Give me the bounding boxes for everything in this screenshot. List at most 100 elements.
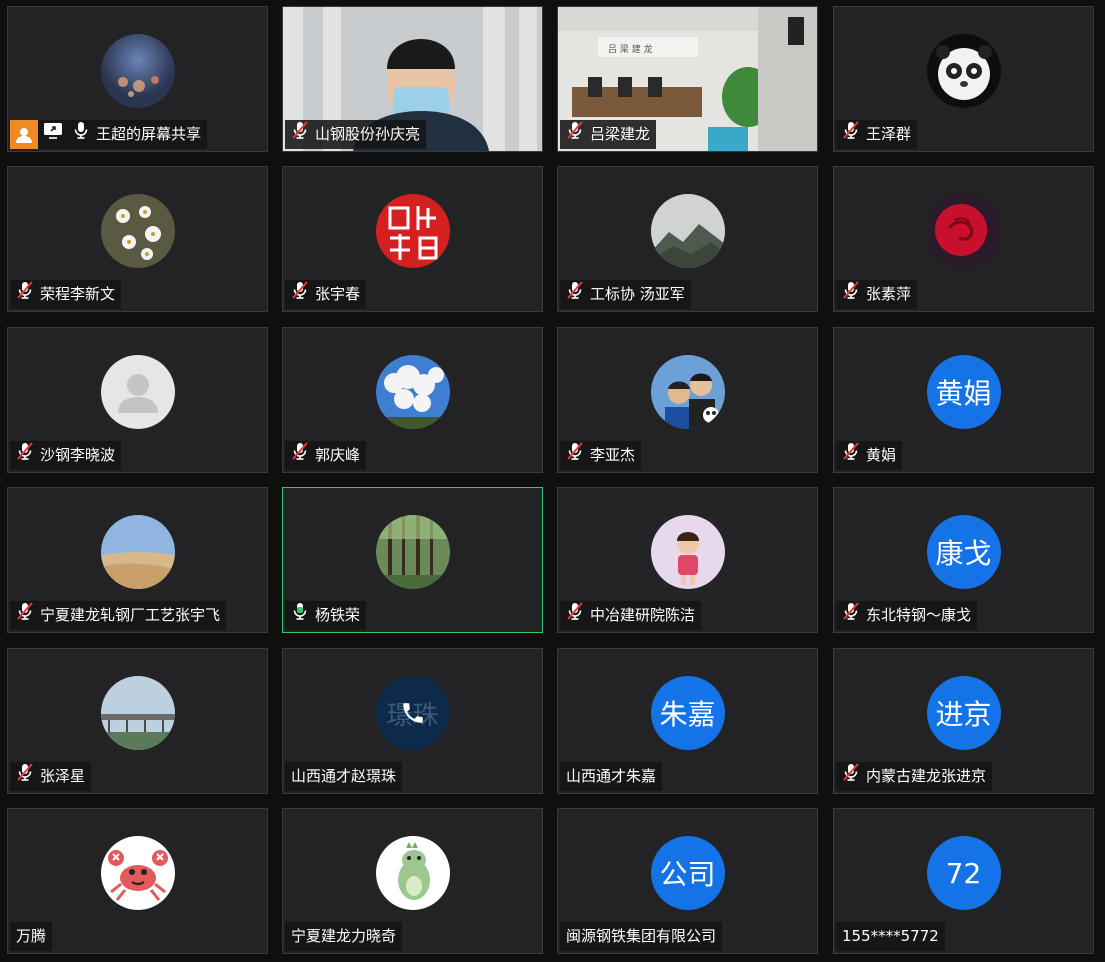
participant-tile[interactable]: 王超的屏幕共享	[7, 6, 268, 152]
participant-tile[interactable]: 沙钢李晓波	[7, 327, 268, 473]
avatar-initials: 康戈	[926, 515, 1001, 589]
avatar-initials: 璟珠	[375, 676, 450, 750]
mic-speaking-icon	[289, 600, 311, 632]
participant-name: 山西通才朱嘉	[566, 767, 657, 785]
mic-muted-icon	[289, 279, 311, 311]
avatar-photo	[926, 34, 1001, 108]
participant-name: 吕梁建龙	[590, 125, 651, 143]
mic-muted-icon	[14, 761, 36, 793]
mic-muted-icon	[564, 600, 586, 632]
mic-muted-icon	[14, 440, 36, 472]
avatar-photo	[926, 194, 1001, 268]
participant-tile[interactable]: 山钢股份孙庆亮	[282, 6, 543, 152]
participant-name: 张泽星	[40, 767, 86, 785]
participant-tile[interactable]: 宁夏建龙轧钢厂工艺张宇飞	[7, 487, 268, 633]
svg-text:吕 梁 建 龙: 吕 梁 建 龙	[608, 43, 653, 55]
participant-tile[interactable]: 杨铁荣	[282, 487, 543, 633]
participant-name: 155****5772	[842, 927, 939, 945]
name-label: 杨铁荣	[285, 600, 367, 632]
avatar-photo	[650, 515, 725, 589]
participant-tile[interactable]: 李亚杰	[557, 327, 818, 473]
name-label: 中冶建研院陈洁	[560, 600, 702, 632]
name-label: 王超的屏幕共享	[10, 119, 208, 151]
participant-name: 工标协 汤亚军	[590, 285, 685, 303]
mic-muted-icon	[14, 279, 36, 311]
participant-tile[interactable]: 张泽星	[7, 648, 268, 794]
avatar-photo	[375, 515, 450, 589]
name-label: 黄娟	[836, 441, 903, 470]
participant-tile[interactable]: 荣程李新文	[7, 166, 268, 312]
participant-name: 山西通才赵璟珠	[291, 767, 397, 785]
avatar-photo	[650, 194, 725, 268]
name-label: 张泽星	[10, 761, 92, 793]
participant-name: 王泽群	[866, 125, 912, 143]
avatar-initials: 黄娟	[926, 355, 1001, 429]
mic-muted-icon	[289, 440, 311, 472]
avatar-photo	[375, 355, 450, 429]
participant-name: 东北特钢～康戈	[866, 606, 972, 624]
name-label: 王泽群	[836, 119, 918, 151]
participant-grid: 王超的屏幕共享 山钢股份孙庆亮吕 梁 建 龙吕梁建龙 王泽群 荣程李新文 张宇春 工标协 …	[0, 0, 1105, 962]
participant-name: 荣程李新文	[40, 285, 116, 303]
participant-tile[interactable]: 万腾	[7, 808, 268, 954]
participant-tile[interactable]: 璟珠山西通才赵璟珠	[282, 648, 543, 794]
name-label: 宁夏建龙力晓奇	[285, 922, 403, 951]
avatar-photo	[100, 194, 175, 268]
participant-tile[interactable]: 黄娟 黄娟	[833, 327, 1094, 473]
avatar-photo	[375, 836, 450, 910]
screen-share-icon	[42, 119, 70, 151]
name-label: 山钢股份孙庆亮	[285, 119, 427, 151]
mic-muted-icon	[840, 600, 862, 632]
mic-muted-icon	[840, 761, 862, 793]
participant-name: 黄娟	[866, 446, 897, 464]
participant-tile[interactable]: 公司闽源钢铁集团有限公司	[557, 808, 818, 954]
participant-name: 中冶建研院陈洁	[590, 606, 696, 624]
mic-muted-icon	[840, 119, 862, 151]
name-label: 万腾	[10, 922, 53, 951]
mic-muted-icon	[14, 600, 36, 632]
name-label: 吕梁建龙	[560, 119, 657, 151]
participant-tile[interactable]: 王泽群	[833, 6, 1094, 152]
avatar-photo	[100, 34, 175, 108]
participant-name: 万腾	[16, 927, 47, 945]
avatar-photo	[650, 355, 725, 429]
participant-tile[interactable]: 吕 梁 建 龙吕梁建龙	[557, 6, 818, 152]
participant-name: 山钢股份孙庆亮	[315, 125, 421, 143]
participant-tile[interactable]: 宁夏建龙力晓奇	[282, 808, 543, 954]
avatar-photo	[375, 194, 450, 268]
participant-tile[interactable]: 进京 内蒙古建龙张进京	[833, 648, 1094, 794]
name-label: 宁夏建龙轧钢厂工艺张宇飞	[10, 600, 227, 632]
mic-muted-icon	[564, 119, 586, 151]
participant-tile[interactable]: 康戈东北特钢～康戈	[833, 487, 1094, 633]
participant-name: 王超的屏幕共享	[96, 125, 202, 143]
participant-name: 张宇春	[315, 285, 361, 303]
avatar-photo	[100, 836, 175, 910]
avatar-initials: 进京	[926, 676, 1001, 750]
name-label: 沙钢李晓波	[10, 440, 122, 472]
name-label: 李亚杰	[560, 440, 642, 472]
name-label: 东北特钢～康戈	[836, 600, 978, 632]
avatar-photo	[100, 515, 175, 589]
name-label: 山西通才赵璟珠	[285, 762, 403, 791]
participant-name: 郭庆峰	[315, 446, 361, 464]
phone-icon	[376, 676, 450, 750]
participant-tile[interactable]: 72 155****5772	[833, 808, 1094, 954]
participant-name: 宁夏建龙力晓奇	[291, 927, 397, 945]
user-icon	[10, 120, 38, 149]
default-avatar-icon	[100, 355, 175, 429]
participant-tile[interactable]: 中冶建研院陈洁	[557, 487, 818, 633]
mic-muted-icon	[289, 119, 311, 151]
participant-tile[interactable]: 张宇春	[282, 166, 543, 312]
name-label: 闽源钢铁集团有限公司	[560, 922, 723, 951]
name-label: 山西通才朱嘉	[560, 762, 663, 791]
participant-tile[interactable]: 郭庆峰	[282, 327, 543, 473]
avatar-photo	[100, 676, 175, 750]
name-label: 郭庆峰	[285, 440, 367, 472]
participant-name: 宁夏建龙轧钢厂工艺张宇飞	[40, 606, 221, 624]
participant-tile[interactable]: 朱嘉 山西通才朱嘉	[557, 648, 818, 794]
avatar-initials: 公司	[650, 836, 725, 910]
mic-icon	[70, 119, 92, 151]
participant-tile[interactable]: 张素萍	[833, 166, 1094, 312]
mic-muted-icon	[564, 440, 586, 472]
participant-tile[interactable]: 工标协 汤亚军	[557, 166, 818, 312]
